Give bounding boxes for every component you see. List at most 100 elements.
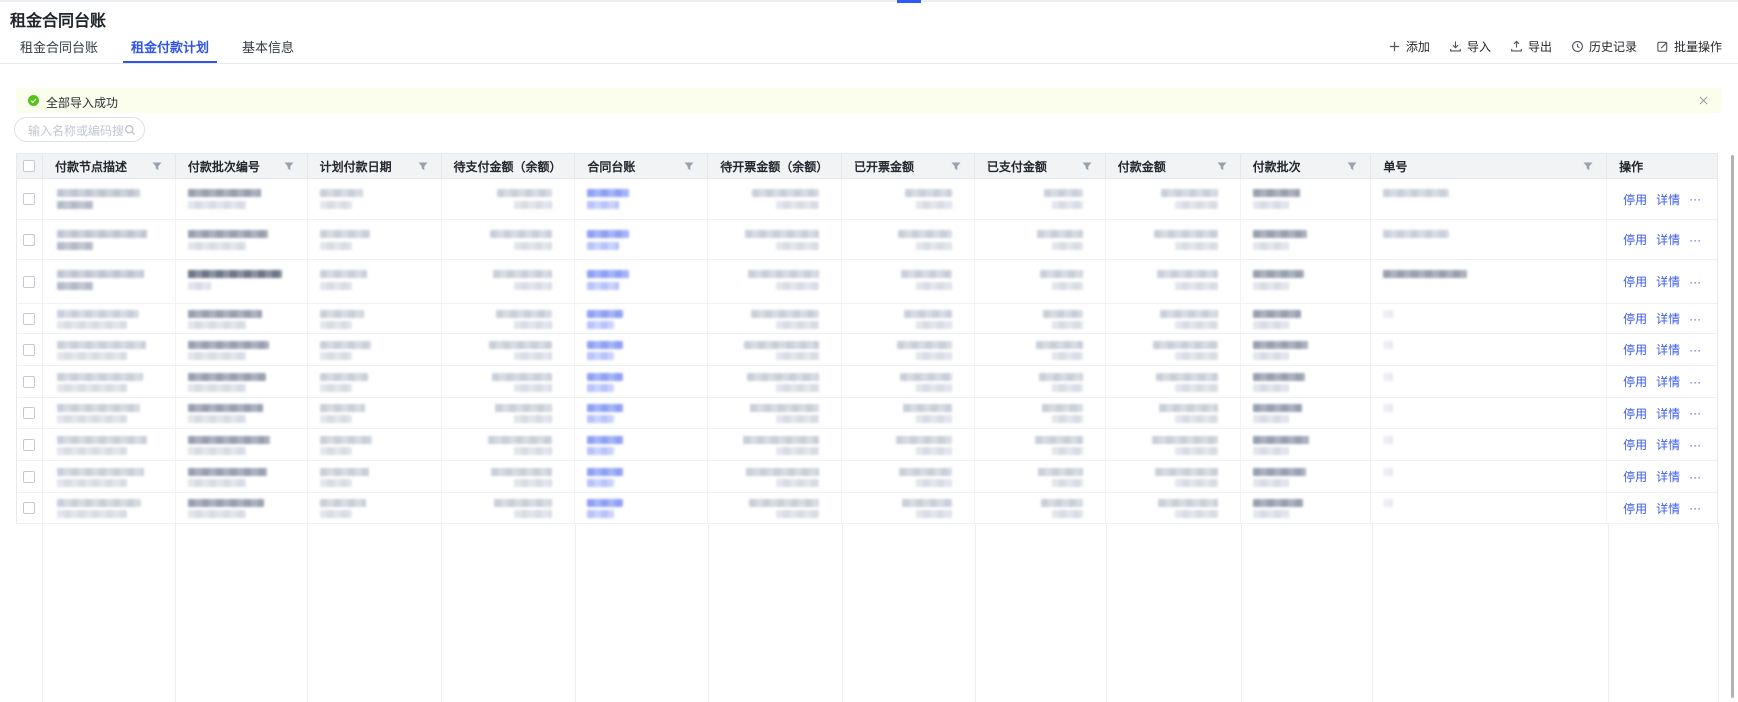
history-button[interactable]: 历史记录 xyxy=(1571,38,1637,55)
table-row: 停用详情 ··· xyxy=(17,334,1717,366)
vertical-scrollbar[interactable] xyxy=(1731,155,1734,698)
more-icon[interactable]: ··· xyxy=(1689,438,1701,452)
filter-funnel-icon[interactable] xyxy=(1583,162,1593,171)
details-link[interactable]: 详情 xyxy=(1656,310,1680,327)
redacted-cell-content xyxy=(916,510,952,518)
details-link[interactable]: 详情 xyxy=(1656,373,1680,390)
redacted-cell-content xyxy=(1383,189,1449,197)
filter-funnel-icon[interactable] xyxy=(684,162,694,171)
row-checkbox[interactable] xyxy=(23,276,35,288)
row-checkbox[interactable] xyxy=(23,193,35,205)
redacted-cell-content xyxy=(1154,230,1218,238)
filter-funnel-icon[interactable] xyxy=(1347,162,1357,171)
redacted-cell-content xyxy=(57,479,127,487)
details-link[interactable]: 详情 xyxy=(1656,341,1680,358)
table-cell xyxy=(43,179,176,219)
table-cell xyxy=(308,260,442,303)
column-header: 单号 xyxy=(1371,154,1607,178)
details-link[interactable]: 详情 xyxy=(1656,436,1680,453)
more-icon[interactable]: ··· xyxy=(1689,343,1701,357)
row-checkbox[interactable] xyxy=(23,471,35,483)
batch-actions-button[interactable]: 批量操作 xyxy=(1656,38,1722,55)
table-cell xyxy=(1106,366,1241,397)
disable-link[interactable]: 停用 xyxy=(1623,436,1647,453)
more-icon[interactable]: ··· xyxy=(1689,275,1701,289)
add-button[interactable]: 添加 xyxy=(1388,38,1430,55)
row-actions-cell: 停用详情 ··· xyxy=(1607,304,1717,333)
details-link[interactable]: 详情 xyxy=(1656,191,1680,208)
row-checkbox[interactable] xyxy=(23,234,35,246)
column-header-label: 合同台账 xyxy=(587,158,635,175)
redacted-cell-content xyxy=(776,479,819,487)
more-icon[interactable]: ··· xyxy=(1689,312,1701,326)
disable-link[interactable]: 停用 xyxy=(1623,310,1647,327)
more-icon[interactable]: ··· xyxy=(1689,406,1701,420)
select-all-checkbox[interactable] xyxy=(23,160,35,172)
details-link[interactable]: 详情 xyxy=(1656,231,1680,248)
row-checkbox[interactable] xyxy=(23,439,35,451)
details-link[interactable]: 详情 xyxy=(1656,468,1680,485)
row-checkbox[interactable] xyxy=(23,344,35,356)
details-link[interactable]: 详情 xyxy=(1656,405,1680,422)
row-checkbox[interactable] xyxy=(23,313,35,325)
more-icon[interactable]: ··· xyxy=(1689,233,1701,247)
export-icon xyxy=(1510,40,1523,53)
filter-funnel-icon[interactable] xyxy=(1082,162,1092,171)
disable-link[interactable]: 停用 xyxy=(1623,468,1647,485)
redacted-cell-content xyxy=(491,468,552,476)
table-cell xyxy=(708,429,842,460)
disable-link[interactable]: 停用 xyxy=(1623,231,1647,248)
details-link[interactable]: 详情 xyxy=(1656,273,1680,290)
filter-funnel-icon[interactable] xyxy=(951,162,961,171)
redacted-cell-content xyxy=(188,479,246,487)
redacted-cell-content xyxy=(1044,189,1083,197)
export-button[interactable]: 导出 xyxy=(1510,38,1552,55)
redacted-cell-content xyxy=(320,270,367,278)
redacted-cell-content xyxy=(776,282,819,290)
disable-link[interactable]: 停用 xyxy=(1623,341,1647,358)
table-cell xyxy=(176,334,308,365)
table-cell xyxy=(176,179,308,219)
filter-funnel-icon[interactable] xyxy=(1217,162,1227,171)
more-icon[interactable]: ··· xyxy=(1689,375,1701,389)
table-cell xyxy=(308,220,442,259)
table-cell xyxy=(842,398,975,428)
disable-link[interactable]: 停用 xyxy=(1623,500,1647,517)
redacted-cell-content xyxy=(776,352,819,360)
filter-funnel-icon[interactable] xyxy=(418,162,428,171)
more-icon[interactable]: ··· xyxy=(1689,192,1701,206)
redacted-cell-content xyxy=(776,510,819,518)
close-icon[interactable] xyxy=(1699,96,1708,105)
table-row: 停用详情 ··· xyxy=(17,260,1717,304)
filter-funnel-icon[interactable] xyxy=(152,162,162,171)
disable-link[interactable]: 停用 xyxy=(1623,405,1647,422)
table-cell xyxy=(1241,493,1372,523)
redacted-cell-content xyxy=(905,189,952,197)
tab-rental-payment-plan[interactable]: 租金付款计划 xyxy=(131,30,209,63)
redacted-cell-content xyxy=(1253,479,1289,487)
more-icon[interactable]: ··· xyxy=(1689,470,1701,484)
filter-funnel-icon[interactable] xyxy=(284,162,294,171)
search-icon[interactable] xyxy=(124,124,136,136)
tab-basic-info[interactable]: 基本信息 xyxy=(242,30,294,63)
redacted-cell-content xyxy=(587,310,623,318)
redacted-cell-content xyxy=(1039,373,1083,381)
row-checkbox[interactable] xyxy=(23,407,35,419)
disable-link[interactable]: 停用 xyxy=(1623,373,1647,390)
table-cell xyxy=(575,461,708,492)
redacted-cell-content xyxy=(514,282,552,290)
details-link[interactable]: 详情 xyxy=(1656,500,1680,517)
redacted-cell-content xyxy=(916,352,952,360)
tab-rental-contract-ledger[interactable]: 租金合同台账 xyxy=(20,30,98,63)
column-header: 付款批次 xyxy=(1241,154,1372,178)
redacted-cell-content xyxy=(1175,242,1218,250)
table-cell xyxy=(575,429,708,460)
import-button[interactable]: 导入 xyxy=(1449,38,1491,55)
disable-link[interactable]: 停用 xyxy=(1623,191,1647,208)
toolbar: 添加 导入 导出 历史记录 批量操作 xyxy=(1388,30,1722,63)
disable-link[interactable]: 停用 xyxy=(1623,273,1647,290)
search-input[interactable] xyxy=(26,119,125,142)
row-checkbox[interactable] xyxy=(23,502,35,514)
more-icon[interactable]: ··· xyxy=(1689,501,1701,515)
row-checkbox[interactable] xyxy=(23,376,35,388)
